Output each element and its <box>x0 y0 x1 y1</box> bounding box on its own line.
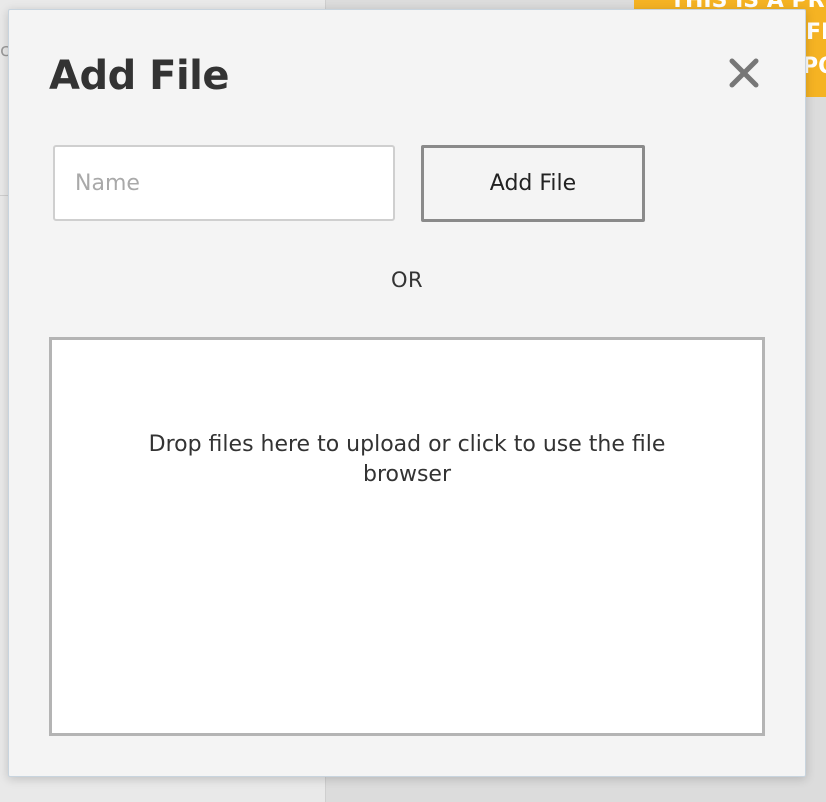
or-separator: OR <box>390 268 424 292</box>
close-button[interactable] <box>724 53 764 93</box>
banner-line-2: FR <box>806 20 826 45</box>
modal-title: Add File <box>49 53 230 99</box>
file-dropzone[interactable]: Drop files here to upload or click to us… <box>49 337 765 736</box>
add-file-modal: Add File Add File OR Drop files here to … <box>8 9 806 777</box>
add-file-button[interactable]: Add File <box>421 145 645 222</box>
name-input[interactable] <box>53 145 395 221</box>
close-icon <box>729 58 759 88</box>
dropzone-message: Drop files here to upload or click to us… <box>148 432 666 487</box>
